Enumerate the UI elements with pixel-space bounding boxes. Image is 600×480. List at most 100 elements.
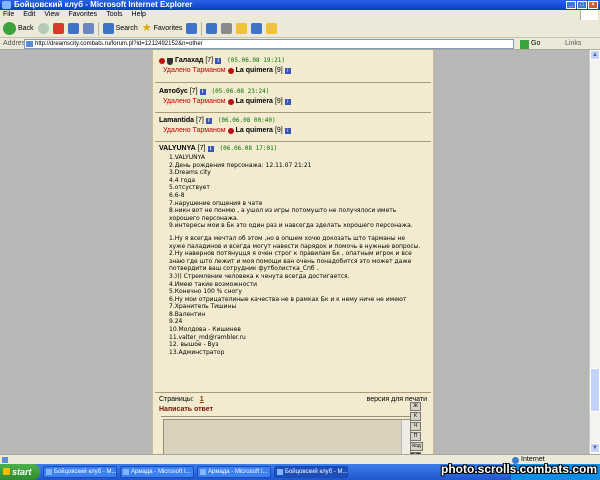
scroll-thumb[interactable] [590,368,600,412]
go-button[interactable]: Go [520,39,540,49]
close-button[interactable]: × [588,1,598,9]
post-date: (06.06.08 17:01) [219,145,278,152]
pages-label: Страницы: [159,396,194,403]
info-icon[interactable]: i [284,128,291,134]
scroll-up-icon[interactable]: ▲ [590,50,600,60]
home-icon[interactable] [82,23,94,34]
search-label: Search [115,25,138,32]
post-body-line: 4.Имею такие возможности [169,280,257,288]
scroll-down-icon[interactable]: ▼ [590,443,600,453]
search-icon [102,23,114,34]
search-button[interactable]: Search [102,23,138,34]
menu-favorites[interactable]: Favorites [68,10,97,20]
media-icon[interactable] [186,23,198,34]
bold-button[interactable]: Ж [410,402,421,411]
page-viewport: Галахад [7] i (05.06.08 19:21) Удалено Т… [0,50,600,454]
address-url: http://dreamscity.combats.ru/forum.pl?id… [35,41,203,47]
research-icon[interactable] [266,23,278,34]
start-button[interactable]: start [0,464,40,480]
stop-icon[interactable] [52,23,64,34]
title-bar: Бойцовский клуб - Microsoft Internet Exp… [0,0,600,10]
post-header: Lamantida [7] i (06.06.08 00:40) [159,116,429,126]
post-author[interactable]: Галахад [175,56,203,66]
post-body-line: 2.Ну навернов потянуцця я очен строг к п… [169,250,412,258]
back-button[interactable]: Back [3,22,34,35]
post-body: 1.VALYUNYA 2.День рождения персонажа: 12.… [159,154,429,356]
taskbar-item-active[interactable]: Бойцовский клуб - М... [274,466,348,478]
mail-icon[interactable] [206,23,218,34]
moderator-name[interactable]: La quimera [236,126,273,136]
maximize-button[interactable]: □ [577,1,587,9]
post-author[interactable]: VALYUNYA [159,144,196,154]
clan-icon [167,57,173,65]
post-body-line: 5.отсуствует [169,184,210,192]
post-body-line: хуже паладинов и всегда могут навести па… [169,242,421,250]
folder-icon[interactable] [236,23,248,34]
post-body-line: 11.valter_md@rambler.ru [169,333,246,341]
post-header: VALYUNYA [7] i (06.06.08 17:01) [159,144,429,154]
info-icon[interactable]: i [199,89,206,95]
deleted-text: Удалено Тарманом [163,98,226,105]
post-body-line: 8.Валентин [169,310,206,318]
textarea-scrollbar[interactable] [401,420,410,454]
favorites-button[interactable]: ★ Favorites [142,23,183,34]
menu-bar: File Edit View Favorites Tools Help [0,10,600,20]
toolbar-separator [97,21,99,36]
post-header: Автобус [7] i (05.06.08 23:24) [159,87,429,97]
taskbar-item[interactable]: Армада - Microsoft I... [197,466,271,478]
strike-button[interactable]: Ч [410,422,421,431]
italic-button[interactable]: К [410,412,421,421]
moderator-level: [9] [274,67,283,74]
post-author[interactable]: Lamantida [159,116,194,126]
taskbar-item[interactable]: Бойцовский клуб - М... [43,466,117,478]
post-body-line: 6.Ну мои отрицателиные качества не в рам… [169,295,407,303]
format-buttons: Ж К Ч П Код Б [410,402,423,454]
page-link-1[interactable]: 1 [200,396,204,403]
reply-editor [161,416,411,454]
print-icon[interactable] [221,23,233,34]
menu-help[interactable]: Help [132,10,146,20]
post-author-level: [7] [196,117,204,124]
code-button[interactable]: Код [410,442,423,451]
post-divider [155,141,431,142]
favorites-label: Favorites [153,25,183,32]
post-body-line: 8.никн вот не понмю , а ушол из игры пот… [169,207,397,215]
post-author-level: [7] [197,145,206,152]
post-deleted: Автобус [7] i (05.06.08 23:24) Удалено Т… [159,87,429,107]
star-icon: ★ [141,22,152,34]
post-body-line: хорошего персонажа. [169,214,239,222]
underline-button[interactable]: П [410,432,421,441]
taskbar-item[interactable]: Армада - Microsoft I... [120,466,194,478]
post-date: (06.06.08 00:40) [217,117,276,124]
forward-button[interactable] [37,23,49,34]
info-icon[interactable]: i [207,146,214,152]
moderator-name[interactable]: La quimera [236,66,273,76]
address-input[interactable]: http://dreamscity.combats.ru/forum.pl?id… [24,39,514,49]
info-icon[interactable]: i [284,68,291,74]
links-button[interactable]: Links [565,38,581,50]
post-divider [155,82,431,83]
post-body-line: 1.VALYUNYA [169,154,205,161]
post-author[interactable]: Автобус [159,87,188,97]
info-icon[interactable]: i [284,99,291,105]
menu-edit[interactable]: Edit [23,10,35,20]
deleted-text: Удалено Тарманом [163,127,226,134]
reply-textarea[interactable] [163,419,411,454]
moderator-level: [9] [274,98,283,105]
vertical-scrollbar[interactable]: ▲ ▼ [589,50,600,454]
post-body-line: 7.нарушение опщения в чате [169,199,263,207]
minimize-button[interactable]: _ [566,1,576,9]
info-icon[interactable]: i [205,118,212,124]
post-body-line: 5.Конечно 100 % сногу [169,288,242,296]
post-body-line: 7.Хранитель Тишины [169,303,237,311]
ie-icon [2,1,11,9]
info-icon[interactable]: i [215,58,222,64]
refresh-icon[interactable] [67,23,79,34]
moderator-name[interactable]: La quimera [236,97,273,107]
menu-tools[interactable]: Tools [106,10,122,20]
messenger-icon[interactable] [251,23,263,34]
post-body-line: 9.интересы мои в Бк это один раз и навсе… [169,222,413,230]
menu-file[interactable]: File [3,10,14,20]
menu-view[interactable]: View [44,10,59,20]
deleted-notice: Удалено Тарманом La quimera [9] i [159,66,429,76]
